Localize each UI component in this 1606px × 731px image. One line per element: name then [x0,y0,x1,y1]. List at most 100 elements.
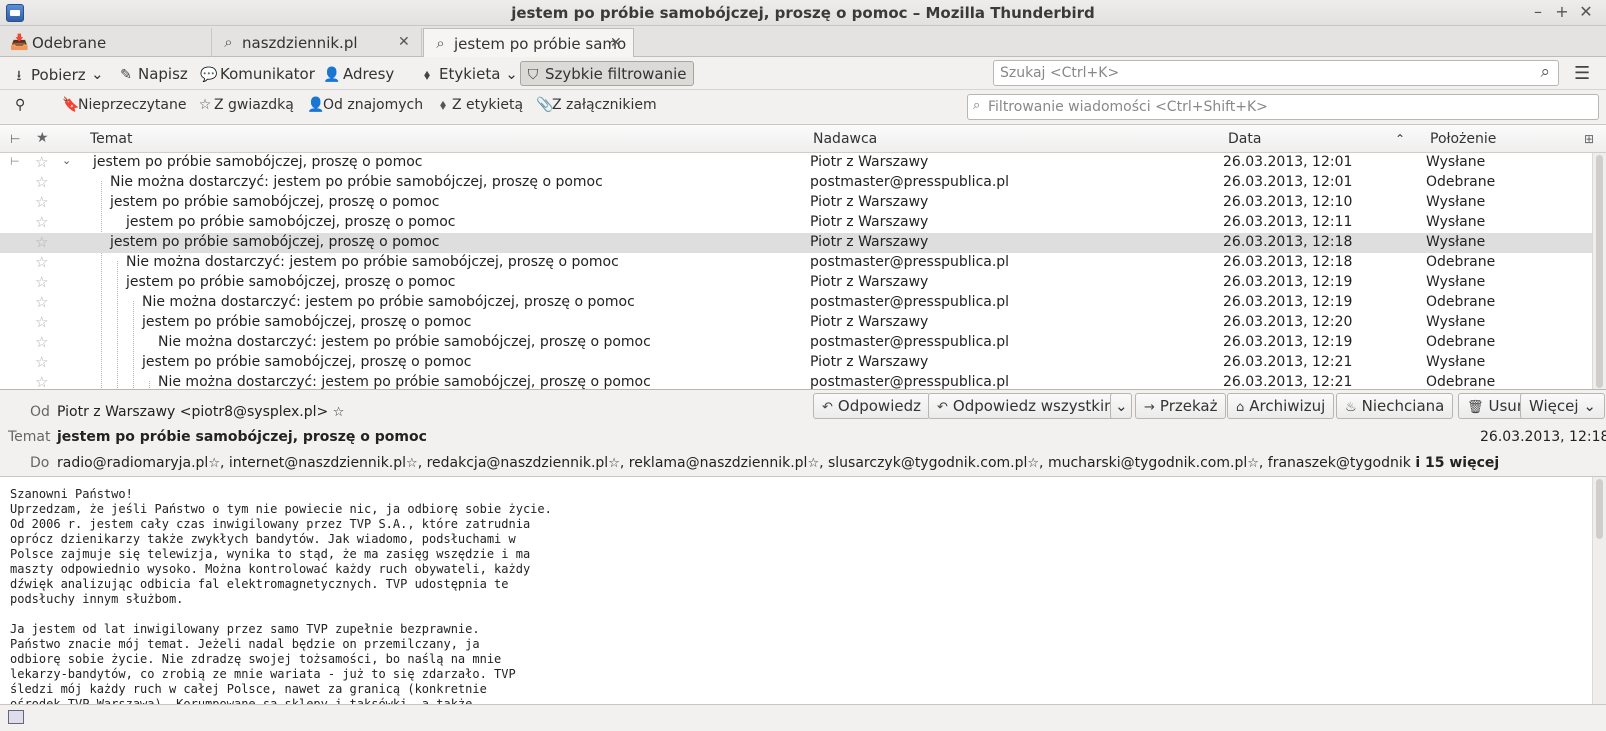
table-row[interactable]: ☆ jestem po próbie samobójczej, proszę o… [0,353,1592,373]
table-row[interactable]: ☆ jestem po próbie samobójczej, proszę o… [0,213,1592,233]
message-subject: jestem po próbie samobójczej, proszę o p… [110,234,440,250]
message-date: 26.03.2013, 12:20 [1223,314,1353,330]
recipient[interactable]: radio@radiomaryja.pl [57,455,208,471]
recipient[interactable]: reklama@naszdziennik.pl [629,455,808,471]
close-window-icon[interactable]: ✕ [1576,2,1596,22]
recipient[interactable]: internet@naszdziennik.pl [229,455,406,471]
tab-search-naszdziennik[interactable]: ⌕ naszdziennik.pl ✕ [212,28,422,57]
filter-starred-button[interactable]: ☆ Z gwiazdką [198,97,294,113]
column-date[interactable]: Data [1228,131,1261,147]
table-row-selected[interactable]: ☆ jestem po próbie samobójczej, proszę o… [0,233,1592,253]
star-icon[interactable]: ☆ [35,253,48,271]
tab-inbox[interactable]: 📥 Odebrane [2,28,212,57]
star-icon[interactable]: ☆ [35,153,48,171]
star-column-icon[interactable]: ★ [36,130,49,146]
table-row[interactable]: ⊢ ☆ ⌄ jestem po próbie samobójczej, pros… [0,153,1592,173]
star-icon[interactable]: ☆ [1247,456,1259,471]
message-date: 26.03.2013, 12:01 [1223,174,1353,190]
table-row[interactable]: ☆ jestem po próbie samobójczej, proszę o… [0,273,1592,293]
thread-column-icon[interactable]: ⊢ [10,132,20,146]
star-icon[interactable]: ☆ [35,353,48,371]
filter-unread-button[interactable]: 🔖Nieprzeczytane [62,97,186,113]
reply-all-button[interactable]: ↶ Odpowiedz wszystkim [928,393,1131,419]
star-icon[interactable]: ☆ [208,456,220,471]
table-row[interactable]: ☆ Nie można dostarczyć: jestem po próbie… [0,333,1592,353]
chevron-down-icon: ⌄ [1583,397,1596,415]
star-icon[interactable]: ☆ [35,293,48,311]
scrollbar-thumb[interactable] [1596,479,1603,539]
column-from[interactable]: Nadawca [813,131,877,147]
star-icon[interactable]: ☆ [35,373,48,389]
table-row[interactable]: ☆ Nie można dostarczyć: jestem po próbie… [0,293,1592,313]
forward-button[interactable]: → Przekaż [1135,393,1227,419]
star-icon[interactable]: ☆ [807,456,819,471]
star-icon[interactable]: ☆ [35,193,48,211]
star-icon[interactable]: ☆ [35,273,48,291]
junk-label: Niechciana [1361,397,1445,415]
from-address[interactable]: Piotr z Warszawy <piotr8@sysplex.pl> [57,404,328,420]
recipient[interactable]: slusarczyk@tygodnik.com.pl [828,455,1027,471]
message-list-scrollbar[interactable] [1592,153,1606,389]
maximize-icon[interactable]: + [1552,2,1572,22]
message-date: 26.03.2013, 12:19 [1223,294,1353,310]
table-row[interactable]: ☆ jestem po próbie samobójczej, proszę o… [0,193,1592,213]
star-icon[interactable]: ☆ [35,313,48,331]
star-icon[interactable]: ☆ [1027,456,1039,471]
get-messages-button[interactable]: ⭳ Pobierz [6,61,93,86]
star-icon[interactable]: ☆ [35,233,48,251]
chat-button[interactable]: 💬 Komunikator [195,61,322,86]
from-value[interactable]: Piotr z Warszawy <piotr8@sysplex.pl> ☆ [57,404,344,420]
message-date: 26.03.2013, 12:18 [1223,234,1353,250]
hamburger-menu-icon[interactable]: ☰ [1574,63,1590,84]
body-scrollbar[interactable] [1592,477,1606,704]
star-icon[interactable]: ☆ [333,405,345,420]
message-date: 26.03.2013, 12:21 [1223,354,1353,370]
recipient[interactable]: franaszek@tygodnik [1268,455,1411,471]
tab-current-message[interactable]: ⌕ jestem po próbie samo ✕ [423,28,634,57]
quick-filter-toggle[interactable]: ⛉ Szybkie filtrowanie [520,61,694,86]
reply-all-dropdown[interactable]: ⌄ [1110,393,1132,419]
tab-bar: 📥 Odebrane ⌕ naszdziennik.pl ✕ ⌕ jestem … [0,26,1606,57]
filter-attachments-button[interactable]: 📎Z załącznikiem [536,97,657,113]
column-location[interactable]: Położenie [1430,131,1496,147]
column-picker-icon[interactable]: ⊞ [1584,132,1594,146]
chevron-down-icon[interactable]: ⌄ [62,154,71,167]
filter-contacts-button[interactable]: 👤Od znajomych [307,97,423,113]
recipient[interactable]: mucharski@tygodnik.com.pl [1048,455,1247,471]
archive-icon: ⌂ [1236,400,1245,415]
table-row[interactable]: ☆ Nie można dostarczyć: jestem po próbie… [0,373,1592,389]
star-icon[interactable]: ☆ [35,173,48,191]
tag-button[interactable]: ⬧ Etykieta ⌄ [414,61,525,86]
message-subject: Nie można dostarczyć: jestem po próbie s… [126,254,619,270]
message-body-text: Szanowni Państwo! Uprzedzam, że jeśli Pa… [10,487,552,705]
star-icon[interactable]: ☆ [406,456,418,471]
junk-button[interactable]: ♨ Niechciana [1336,393,1454,419]
scrollbar-thumb[interactable] [1596,155,1603,388]
address-book-button[interactable]: 👤 Adresy [318,61,401,86]
star-icon[interactable]: ☆ [608,456,620,471]
more-button[interactable]: Więcej ⌄ [1520,393,1605,419]
online-status-icon[interactable] [8,710,24,724]
column-subject[interactable]: Temat [90,131,133,147]
global-search-input[interactable]: Szukaj <Ctrl+K> ⌕ [993,60,1559,86]
close-tab-icon[interactable]: ✕ [398,34,410,50]
close-tab-icon[interactable]: ✕ [610,35,622,51]
recipient[interactable]: redakcja@naszdziennik.pl [427,455,609,471]
star-icon[interactable]: ☆ [35,213,48,231]
more-recipients-link[interactable]: i 15 więcej [1415,455,1499,471]
table-row[interactable]: ☆ Nie można dostarczyć: jestem po próbie… [0,173,1592,193]
archive-button[interactable]: ⌂ Archiwizuj [1227,393,1335,419]
get-messages-dropdown[interactable]: ⌄ [86,61,111,86]
reply-button[interactable]: ↶ Odpowiedz [813,393,930,419]
filter-tagged-button[interactable]: ⬧ Z etykietą [436,97,523,113]
table-row[interactable]: ☆ jestem po próbie samobójczej, proszę o… [0,313,1592,333]
minimize-icon[interactable]: – [1528,2,1548,22]
write-button[interactable]: ✎ Napisz [113,61,195,86]
sticky-filter-pin-icon[interactable]: ⚲ [15,97,25,113]
reply-all-icon: ↶ [937,400,948,415]
message-header: Od Piotr z Warszawy <piotr8@sysplex.pl> … [0,390,1606,477]
star-icon[interactable]: ☆ [35,333,48,351]
table-row[interactable]: ☆ Nie można dostarczyć: jestem po próbie… [0,253,1592,273]
address-label: Adresy [343,65,395,83]
message-filter-input[interactable]: ⌕ Filtrowanie wiadomości <Ctrl+Shift+K> [967,94,1599,120]
